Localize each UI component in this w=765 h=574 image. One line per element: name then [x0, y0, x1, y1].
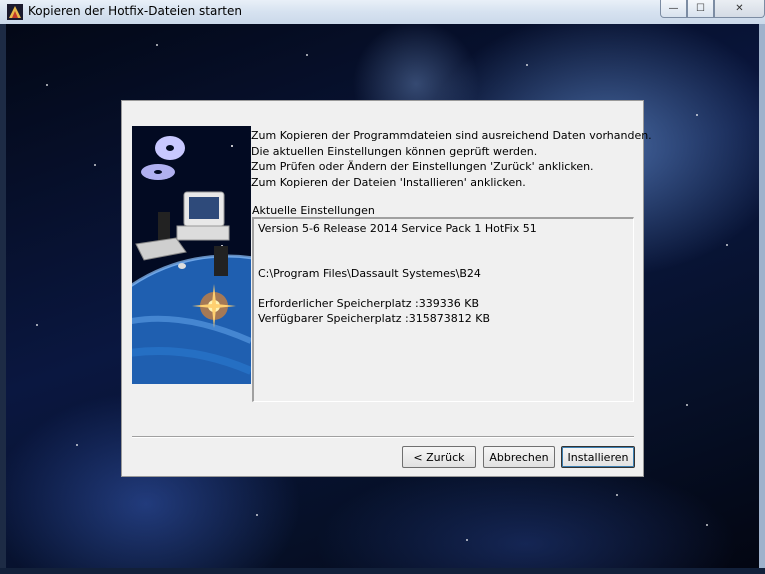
settings-label: Aktuelle Einstellungen: [252, 204, 375, 217]
intro-line: Zum Kopieren der Programmdateien sind au…: [251, 129, 652, 142]
window-border-right: [759, 24, 765, 574]
intro-line: Zum Kopieren der Dateien 'Installieren' …: [251, 175, 526, 189]
computer-cd-planet-illustration: [132, 126, 251, 384]
close-button[interactable]: ✕: [714, 0, 765, 18]
intro-line: Die aktuellen Einstellungen können geprü…: [251, 144, 538, 158]
intro-text: Zum Kopieren der Programmdateien sind au…: [251, 128, 652, 190]
application-window: Kopieren der Hotfix-Dateien starten — ☐ …: [0, 0, 765, 574]
maximize-button[interactable]: ☐: [687, 0, 714, 18]
setup-app-icon: [7, 4, 23, 20]
maximize-icon: ☐: [696, 3, 705, 14]
required-space-text: Erforderlicher Speicherplatz :339336 KB: [258, 297, 480, 310]
intro-line: Zum Prüfen oder Ändern der Einstellungen…: [251, 160, 594, 173]
title-bar[interactable]: Kopieren der Hotfix-Dateien starten — ☐ …: [0, 0, 765, 24]
cancel-button[interactable]: Abbrechen: [483, 446, 555, 468]
button-divider: [132, 436, 634, 438]
window-title: Kopieren der Hotfix-Dateien starten: [28, 4, 242, 18]
back-button[interactable]: < Zurück: [402, 446, 476, 468]
minimize-button[interactable]: —: [660, 0, 687, 18]
install-button[interactable]: Installieren: [561, 446, 635, 468]
install-dialog: Zum Kopieren der Programmdateien sind au…: [121, 100, 652, 477]
window-border-bottom: [0, 568, 765, 574]
minimize-icon: —: [668, 3, 679, 14]
install-path-text: C:\Program Files\Dassault Systemes\B24: [258, 267, 481, 280]
settings-box[interactable]: Version 5-6 Release 2014 Service Pack 1 …: [252, 217, 634, 402]
close-icon: ✕: [735, 3, 744, 14]
available-space-text: Verfügbarer Speicherplatz :315873812 KB: [258, 312, 490, 325]
version-text: Version 5-6 Release 2014 Service Pack 1 …: [258, 222, 537, 235]
